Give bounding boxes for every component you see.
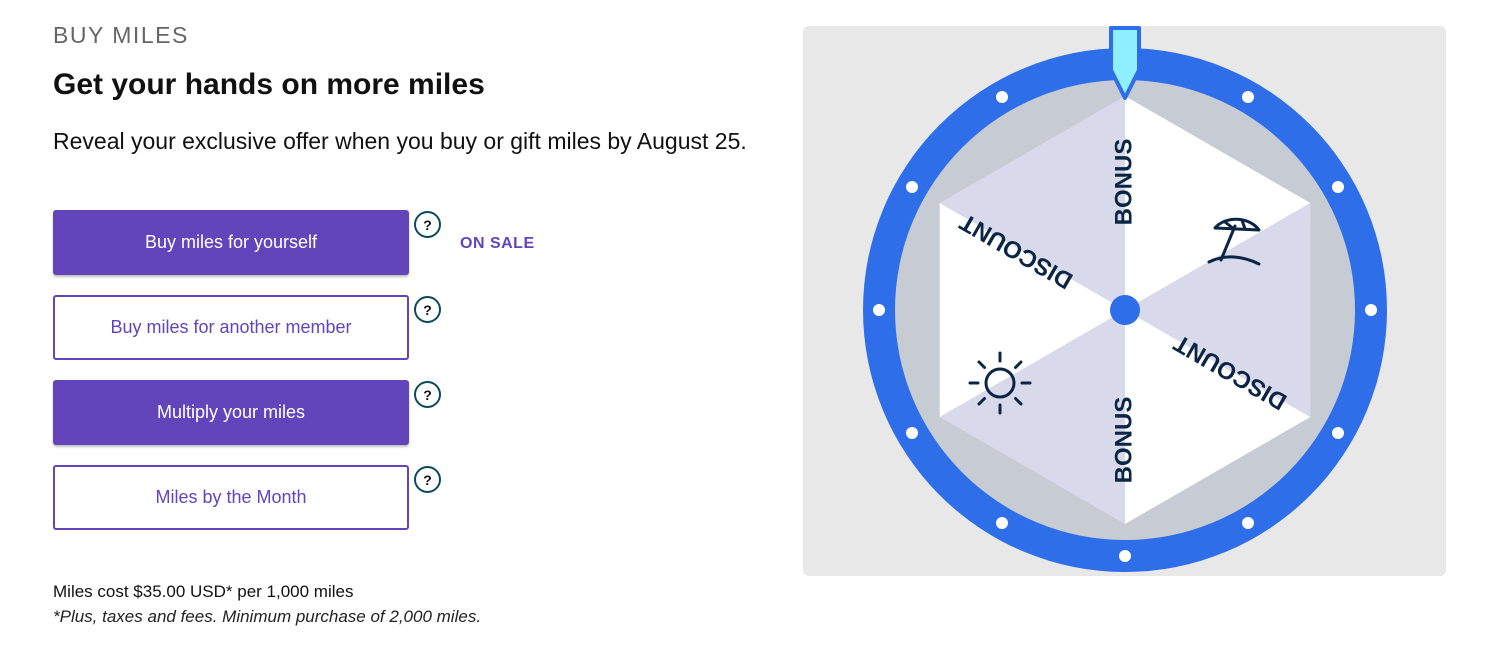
multiply-your-miles-button[interactable]: Multiply your miles — [53, 380, 409, 445]
wheel-dot — [1332, 181, 1344, 193]
wheel-label-bonus: BONUS — [1110, 139, 1137, 226]
page-title: Get your hands on more miles — [53, 68, 485, 101]
wheel-label-bonus: BONUS — [1110, 397, 1137, 484]
wheel-dot — [1332, 427, 1344, 439]
wheel-dot — [996, 517, 1008, 529]
help-icon[interactable]: ? — [414, 381, 441, 408]
prize-wheel-panel: BONUS DISCOUNT BONUS DISCOUNT — [803, 26, 1446, 576]
page-subtitle: Reveal your exclusive offer when you buy… — [53, 128, 747, 154]
buy-miles-for-yourself-button[interactable]: Buy miles for yourself — [53, 210, 409, 275]
help-icon[interactable]: ? — [414, 466, 441, 493]
prize-wheel[interactable]: BONUS DISCOUNT BONUS DISCOUNT — [803, 26, 1446, 576]
buy-miles-for-another-member-button[interactable]: Buy miles for another member — [53, 295, 409, 360]
wheel-dot — [873, 304, 885, 316]
wheel-dot — [1365, 304, 1377, 316]
wheel-dot — [906, 427, 918, 439]
sale-badge: ON SALE — [460, 235, 535, 252]
pricing-cost: Miles cost $35.00 USD* per 1,000 miles — [53, 582, 354, 601]
wheel-dot — [1242, 517, 1254, 529]
help-icon[interactable]: ? — [414, 296, 441, 323]
miles-by-the-month-button[interactable]: Miles by the Month — [53, 465, 409, 530]
pricing-note: *Plus, taxes and fees. Minimum purchase … — [53, 607, 482, 626]
wheel-dot — [1119, 550, 1131, 562]
wheel-dot — [996, 91, 1008, 103]
wheel-hub — [1110, 295, 1140, 325]
help-icon[interactable]: ? — [414, 211, 441, 238]
wheel-dot — [1242, 91, 1254, 103]
wheel-dot — [906, 181, 918, 193]
eyebrow-label: BUY MILES — [53, 22, 189, 48]
